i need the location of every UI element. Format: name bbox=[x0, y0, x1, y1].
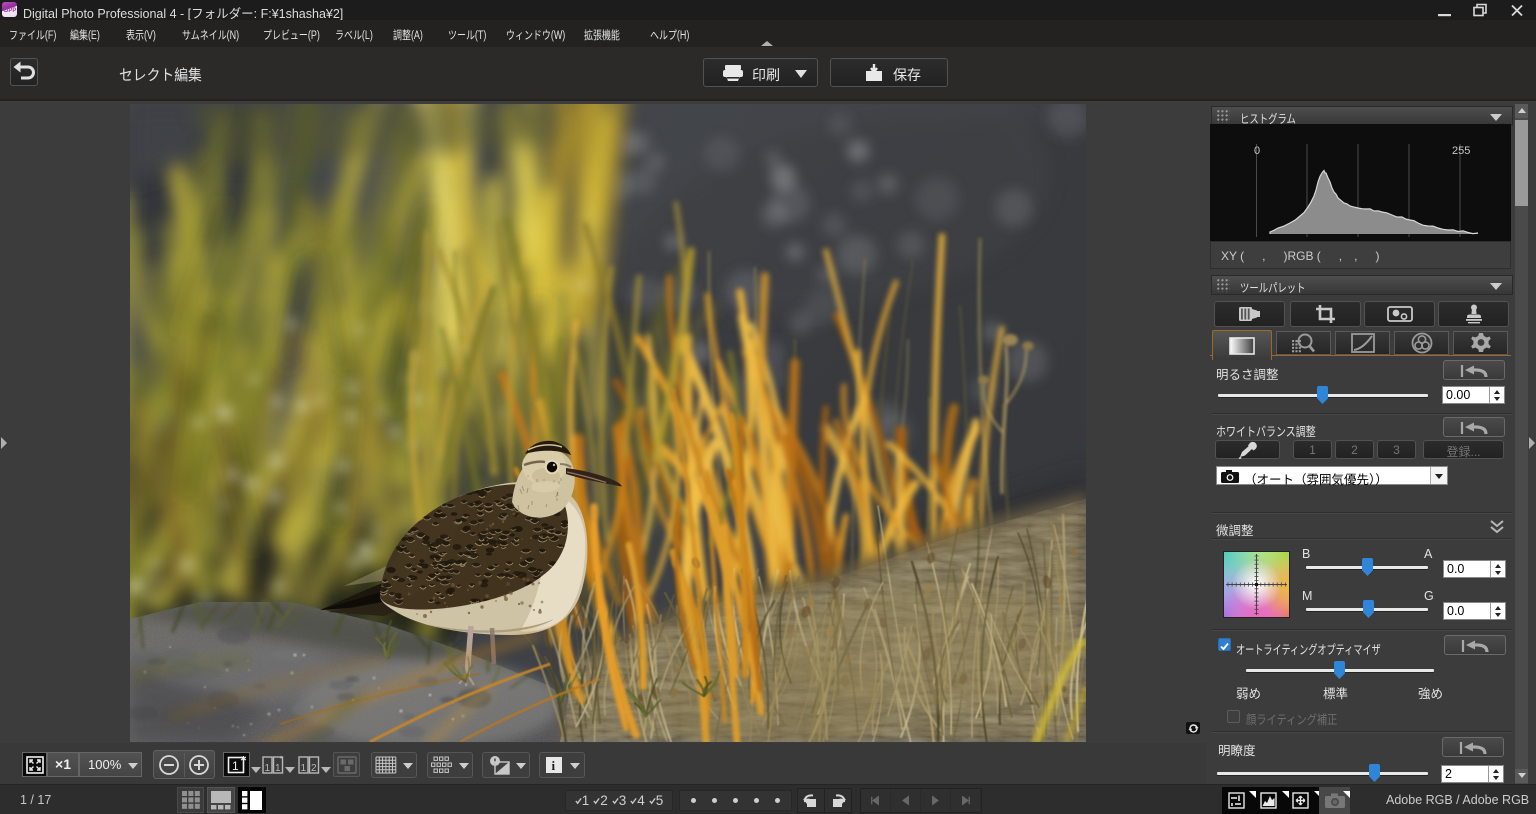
svg-text:1: 1 bbox=[265, 763, 271, 774]
svg-text:1: 1 bbox=[275, 763, 281, 774]
svg-text:255: 255 bbox=[1452, 145, 1470, 157]
svg-text:0: 0 bbox=[1254, 145, 1260, 157]
svg-text:1: 1 bbox=[232, 759, 239, 773]
svg-text:2: 2 bbox=[311, 763, 317, 774]
svg-text:i: i bbox=[551, 758, 555, 773]
svg-text:1: 1 bbox=[301, 763, 307, 774]
